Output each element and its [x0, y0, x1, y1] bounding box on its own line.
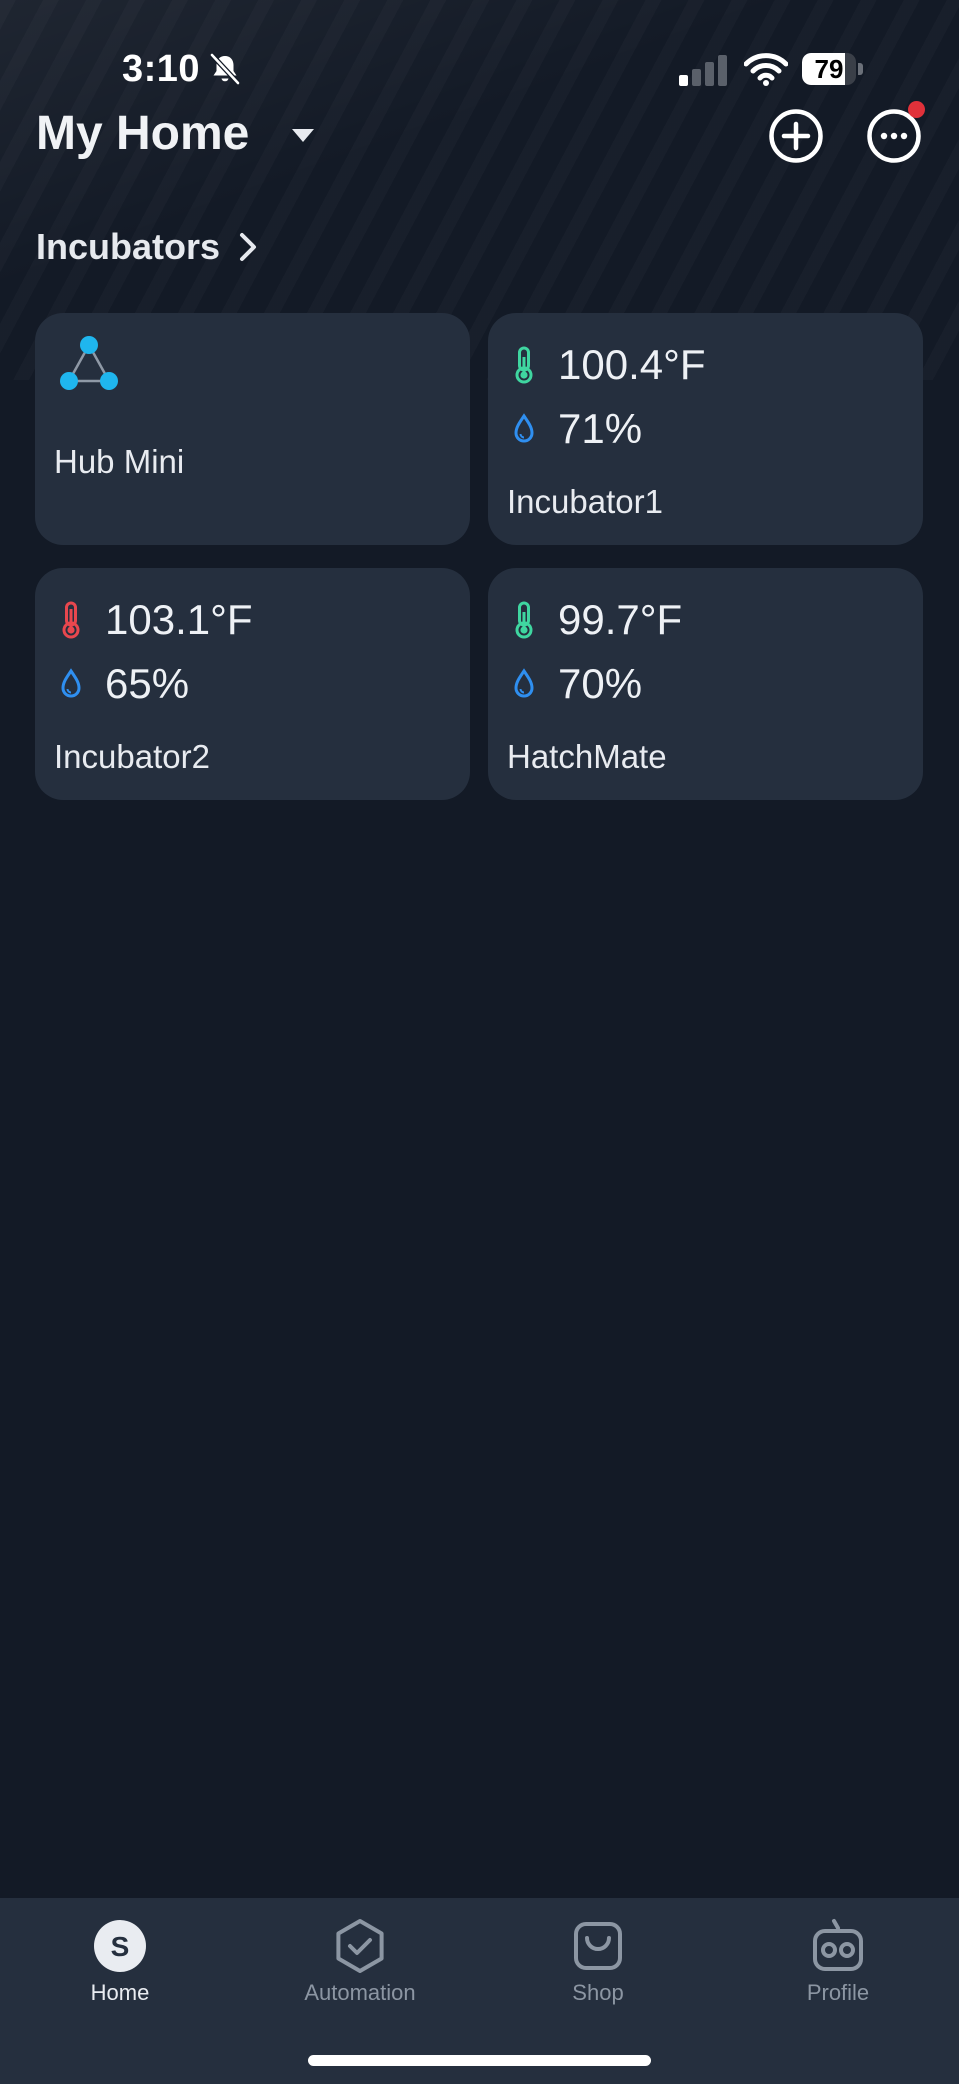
temperature-value: 99.7°F	[558, 596, 683, 643]
bell-slash-icon	[210, 53, 240, 85]
device-name: HatchMate	[507, 738, 667, 775]
humidity-reading: 65%	[59, 660, 189, 708]
tab-automation[interactable]: Automation	[270, 1898, 450, 2028]
temperature-reading: 99.7°F	[512, 596, 682, 644]
water-drop-icon	[514, 668, 534, 698]
status-bar: 3:10 79	[0, 0, 959, 120]
temperature-reading: 103.1°F	[59, 596, 253, 644]
automation-icon	[336, 1919, 384, 1973]
wifi-icon	[744, 53, 788, 86]
device-card-incubator2[interactable]: 103.1°F 65% Incubator2	[35, 568, 470, 800]
tab-profile[interactable]: Profile	[748, 1898, 928, 2028]
battery-indicator: 79	[802, 53, 864, 85]
battery-level: 79	[814, 54, 844, 84]
battery-icon: 79	[802, 53, 856, 85]
chevron-right-icon	[240, 233, 257, 261]
humidity-reading: 71%	[512, 405, 642, 453]
tab-label: Shop	[572, 1980, 624, 2005]
home-selector[interactable]: My Home	[36, 106, 249, 161]
status-time: 3:10	[122, 48, 201, 90]
tab-label: Home	[90, 1980, 150, 2005]
temperature-reading: 100.4°F	[512, 341, 706, 389]
tab-home[interactable]: S Home	[30, 1898, 210, 2028]
robot-profile-icon	[813, 1919, 863, 1971]
water-drop-icon	[61, 668, 81, 698]
humidity-value: 70%	[558, 660, 643, 707]
svg-text:S: S	[111, 1931, 130, 1962]
device-card-incubator1[interactable]: 100.4°F 71% Incubator1	[488, 313, 923, 545]
device-card-hatchmate[interactable]: 99.7°F 70% HatchMate	[488, 568, 923, 800]
tab-label: Automation	[304, 1980, 416, 2005]
incubators-section-link[interactable]: Incubators	[36, 222, 258, 272]
temperature-value: 100.4°F	[558, 341, 706, 388]
add-device-button[interactable]	[768, 108, 824, 164]
shopping-bag-icon	[574, 1922, 622, 1970]
thermometer-icon	[515, 346, 533, 384]
caret-down-icon[interactable]	[290, 126, 316, 144]
tab-label: Profile	[806, 1980, 870, 2005]
section-title: Incubators	[36, 226, 221, 267]
cell-signal-icon	[679, 55, 727, 86]
thermometer-icon	[62, 601, 80, 639]
humidity-value: 71%	[558, 405, 643, 452]
device-name: Incubator2	[54, 738, 210, 775]
hub-icon	[60, 336, 118, 390]
home-indicator[interactable]	[308, 2055, 651, 2066]
humidity-value: 65%	[105, 660, 190, 707]
water-drop-icon	[514, 413, 534, 443]
battery-nub	[858, 63, 863, 75]
temperature-value: 103.1°F	[105, 596, 253, 643]
device-name: Incubator1	[507, 483, 663, 520]
tab-shop[interactable]: Shop	[508, 1898, 688, 2028]
device-card-hub-mini[interactable]: Hub Mini	[35, 313, 470, 545]
thermometer-icon	[515, 601, 533, 639]
device-name: Hub Mini	[54, 443, 185, 480]
home-s-icon: S	[94, 1920, 146, 1972]
humidity-reading: 70%	[512, 660, 642, 708]
notification-badge	[908, 101, 925, 118]
